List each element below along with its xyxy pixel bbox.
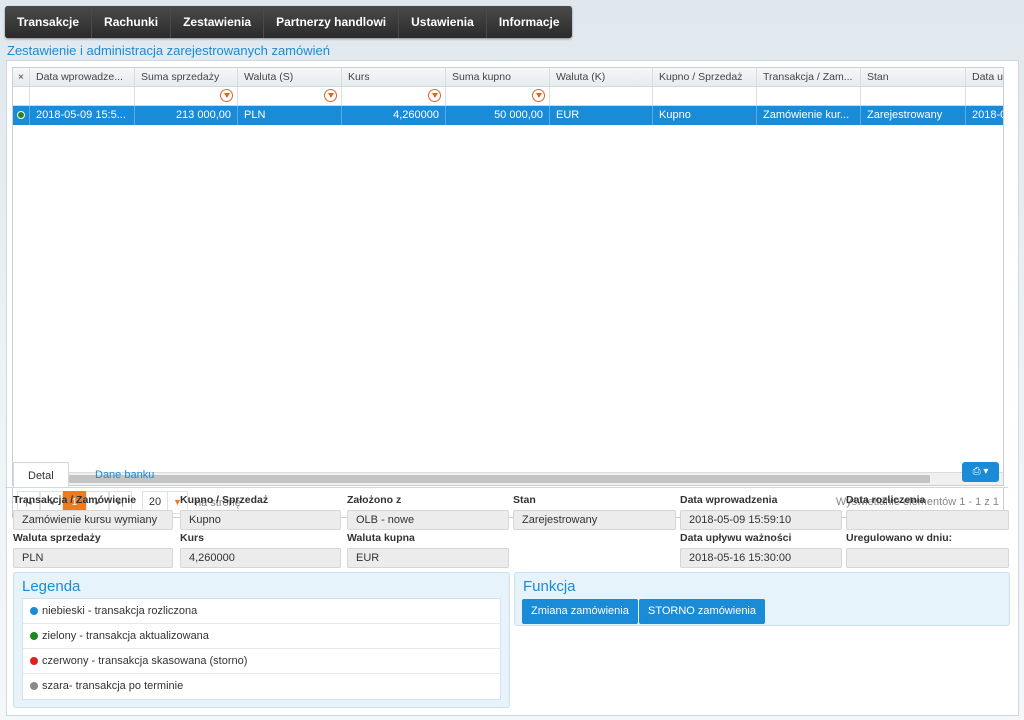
- field-transakcja: Zamówienie kursu wymiany: [13, 510, 173, 530]
- table-row[interactable]: 2018-05-09 15:5... 213 000,00 PLN 4,2600…: [13, 106, 1003, 125]
- col-header-waluta-s[interactable]: Waluta (S): [238, 68, 342, 86]
- grid-header-row: × Data wprowadze... Suma sprzedaży Walut…: [13, 68, 1003, 87]
- cell-transakcja: Zamówienie kur...: [757, 106, 861, 125]
- label-kupno-sprzedaz: Kupno / Sprzedaż: [180, 494, 269, 506]
- legend-item-label: czerwony - transakcja skasowana (storno): [42, 655, 248, 667]
- filter-funnel-icon[interactable]: [428, 89, 441, 102]
- legend-box: Legenda niebieski - transakcja rozliczon…: [13, 572, 510, 708]
- red-dot-icon: [30, 657, 38, 666]
- label-kurs: Kurs: [180, 532, 204, 544]
- col-header-kupno-sprzedaz[interactable]: Kupno / Sprzedaż: [653, 68, 757, 86]
- filter-waluta-k[interactable]: [550, 87, 653, 105]
- field-data-wprowadzenia: 2018-05-09 15:59:10: [680, 510, 842, 530]
- function-title: Funkcja: [523, 578, 576, 595]
- legend-item-label: zielony - transakcja aktualizowana: [42, 630, 209, 642]
- field-kurs: 4,260000: [180, 548, 341, 568]
- legend-item: czerwony - transakcja skasowana (storno): [23, 649, 500, 674]
- label-stan: Stan: [513, 494, 536, 506]
- column-chooser-icon[interactable]: ×: [13, 68, 30, 86]
- nav-partnerzy[interactable]: Partnerzy handlowi: [264, 6, 400, 38]
- filter-spacer: [13, 87, 30, 105]
- storno-order-button[interactable]: STORNO zamówienia: [639, 599, 765, 624]
- label-transakcja: Transakcja / Zamówienie: [13, 494, 137, 506]
- legend-item: zielony - transakcja aktualizowana: [23, 624, 500, 649]
- printer-icon: ⎙ ▾: [972, 466, 989, 477]
- field-kupno-sprzedaz: Kupno: [180, 510, 341, 530]
- blue-dot-icon: [30, 607, 38, 616]
- filter-transakcja[interactable]: [757, 87, 861, 105]
- filter-funnel-icon[interactable]: [220, 89, 233, 102]
- tab-detal[interactable]: Detal: [13, 462, 69, 488]
- field-waluta-sprzedazy: PLN: [13, 548, 173, 568]
- cell-waluta-s: PLN: [238, 106, 342, 125]
- tab-dane-banku[interactable]: Dane banku: [81, 462, 168, 488]
- function-box: Funkcja Zmiana zamówienia STORNO zamówie…: [514, 572, 1010, 626]
- col-header-waluta-k[interactable]: Waluta (K): [550, 68, 653, 86]
- col-header-transakcja[interactable]: Transakcja / Zam...: [757, 68, 861, 86]
- cell-stan: Zarejestrowany: [861, 106, 966, 125]
- cell-suma-kupno: 50 000,00: [446, 106, 550, 125]
- nav-zestawienia[interactable]: Zestawienia: [171, 6, 265, 38]
- gray-dot-icon: [30, 682, 38, 691]
- filter-kupno-sprzedaz[interactable]: [653, 87, 757, 105]
- nav-ustawienia[interactable]: Ustawienia: [399, 6, 487, 38]
- field-data-uplywu: 2018-05-16 15:30:00: [680, 548, 842, 568]
- label-zalozono: Założono z: [347, 494, 402, 506]
- field-zalozono: OLB - nowe: [347, 510, 509, 530]
- field-stan: Zarejestrowany: [513, 510, 676, 530]
- green-dot-icon: [30, 632, 38, 641]
- tab-divider: [5, 487, 1008, 488]
- label-data-rozliczenia: Data rozliczenia: [846, 494, 926, 506]
- legend-item-label: szara- transakcja po terminie: [42, 680, 184, 692]
- filter-kurs[interactable]: [342, 87, 446, 105]
- col-header-stan[interactable]: Stan: [861, 68, 966, 86]
- cell-kupno-sprzedaz: Kupno: [653, 106, 757, 125]
- label-data-wprowadzenia: Data wprowadzenia: [680, 494, 778, 506]
- label-waluta-kupna: Waluta kupna: [347, 532, 415, 544]
- col-header-data-wprowadzenia[interactable]: Data wprowadze...: [30, 68, 135, 86]
- legend-item-label: niebieski - transakcja rozliczona: [42, 605, 198, 617]
- label-data-uplywu: Data upływu ważności: [680, 532, 792, 544]
- grid-filter-row: [13, 87, 1003, 106]
- filter-funnel-icon[interactable]: [532, 89, 545, 102]
- label-uregulowano: Uregulowano w dniu:: [846, 532, 953, 544]
- legend-list: niebieski - transakcja rozliczona zielon…: [22, 598, 501, 700]
- filter-funnel-icon[interactable]: [324, 89, 337, 102]
- filter-data-uplywu[interactable]: [966, 87, 1003, 105]
- col-header-suma-kupno[interactable]: Suma kupno: [446, 68, 550, 86]
- col-header-suma-sprzedazy[interactable]: Suma sprzedaży: [135, 68, 238, 86]
- col-header-kurs[interactable]: Kurs: [342, 68, 446, 86]
- field-data-rozliczenia: [846, 510, 1009, 530]
- cell-suma-sprzedazy: 213 000,00: [135, 106, 238, 125]
- field-waluta-kupna: EUR: [347, 548, 509, 568]
- cell-data-uplywu: 2018-0: [966, 106, 1003, 125]
- orders-grid: × Data wprowadze... Suma sprzedaży Walut…: [12, 67, 1004, 486]
- nav-informacje[interactable]: Informacje: [486, 6, 572, 38]
- filter-data-wprowadzenia[interactable]: [30, 87, 135, 105]
- field-uregulowano: [846, 548, 1009, 568]
- change-order-button[interactable]: Zmiana zamówienia: [522, 599, 638, 624]
- label-waluta-sprzedazy: Waluta sprzedaży: [13, 532, 101, 544]
- filter-waluta-s[interactable]: [238, 87, 342, 105]
- legend-item: niebieski - transakcja rozliczona: [23, 599, 500, 624]
- filter-suma-sprzedazy[interactable]: [135, 87, 238, 105]
- cell-kurs: 4,260000: [342, 106, 446, 125]
- nav-transakcje[interactable]: Transakcje: [5, 6, 93, 38]
- cell-data-wprowadzenia: 2018-05-09 15:5...: [30, 106, 135, 125]
- legend-item: szara- transakcja po terminie: [23, 674, 500, 699]
- legend-title: Legenda: [22, 578, 81, 595]
- page-title: Zestawienie i administracja zarejestrowa…: [7, 43, 330, 58]
- filter-suma-kupno[interactable]: [446, 87, 550, 105]
- nav-rachunki[interactable]: Rachunki: [92, 6, 172, 38]
- print-button[interactable]: ⎙ ▾: [962, 462, 999, 482]
- cell-waluta-k: EUR: [550, 106, 653, 125]
- status-dot-icon: [13, 106, 30, 125]
- col-header-data-uplywu[interactable]: Data up: [966, 68, 1003, 86]
- filter-stan[interactable]: [861, 87, 966, 105]
- main-nav: Transakcje Rachunki Zestawienia Partnerz…: [5, 6, 572, 38]
